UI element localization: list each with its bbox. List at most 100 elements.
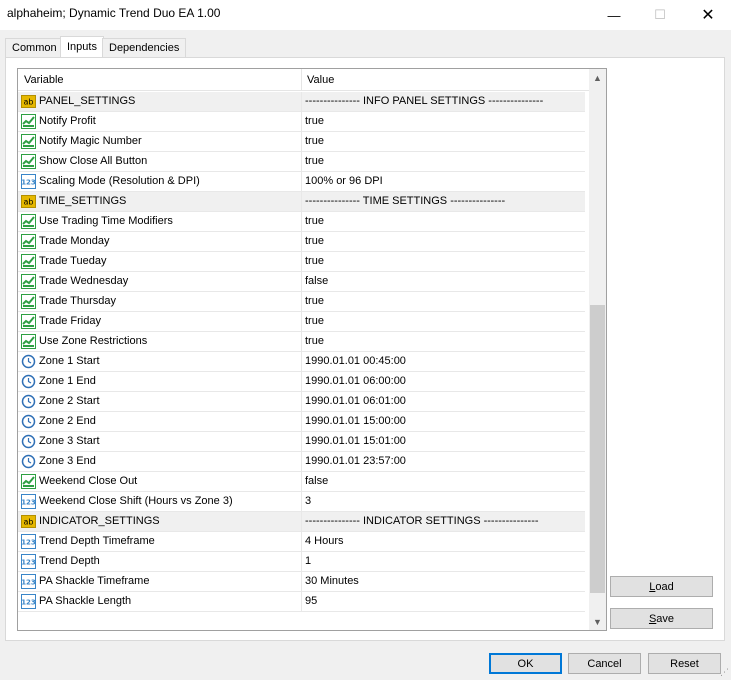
variable-value[interactable]: true — [305, 135, 324, 147]
reset-button[interactable]: Reset — [648, 653, 721, 674]
variable-name: Zone 1 End — [39, 375, 96, 387]
variable-name: Zone 2 End — [39, 415, 96, 427]
clock-icon — [21, 434, 36, 449]
table-row[interactable]: Zone 1 End 1990.01.01 06:00:00 — [18, 372, 585, 392]
variable-value[interactable]: 1990.01.01 23:57:00 — [305, 455, 406, 467]
grid-rows: ab PANEL_SETTINGS --------------- INFO PAN… — [18, 92, 585, 612]
variable-value[interactable]: 1990.01.01 15:00:00 — [305, 415, 406, 427]
column-header-value[interactable]: Value — [307, 74, 334, 86]
table-row[interactable]: Use Zone Restrictions true — [18, 332, 585, 352]
variable-value[interactable]: --------------- INFO PANEL SETTINGS ----… — [305, 95, 543, 107]
table-row[interactable]: Zone 3 Start 1990.01.01 15:01:00 — [18, 432, 585, 452]
variable-value[interactable]: 3 — [305, 495, 311, 507]
bool-icon — [21, 154, 36, 169]
variable-name: Show Close All Button — [39, 155, 148, 167]
variable-value[interactable]: true — [305, 115, 324, 127]
variable-value[interactable]: true — [305, 335, 324, 347]
table-row[interactable]: Notify Magic Number true — [18, 132, 585, 152]
table-row[interactable]: Show Close All Button true — [18, 152, 585, 172]
number-icon: 123 — [21, 554, 36, 569]
table-row[interactable]: 123 PA Shackle Timeframe 30 Minutes — [18, 572, 585, 592]
bool-icon — [21, 314, 36, 329]
variable-name: Scaling Mode (Resolution & DPI) — [39, 175, 200, 187]
load-button-label: oad — [655, 580, 674, 593]
variable-value[interactable]: 1990.01.01 00:45:00 — [305, 355, 406, 367]
variable-name: Zone 2 Start — [39, 395, 100, 407]
variable-name: Notify Profit — [39, 115, 96, 127]
variable-value[interactable]: 95 — [305, 595, 317, 607]
svg-text:ab: ab — [24, 198, 34, 207]
table-row[interactable]: 123 Trend Depth 1 — [18, 552, 585, 572]
title-bar: alphaheim; Dynamic Trend Duo EA 1.00 — ☐… — [0, 0, 731, 30]
variable-name: Trade Monday — [39, 235, 110, 247]
table-row[interactable]: Zone 2 Start 1990.01.01 06:01:00 — [18, 392, 585, 412]
variable-value[interactable]: 1 — [305, 555, 311, 567]
bool-icon — [21, 214, 36, 229]
variable-value[interactable]: true — [305, 255, 324, 267]
table-row[interactable]: ab PANEL_SETTINGS --------------- INFO PAN… — [18, 92, 585, 112]
tab-inputs[interactable]: Inputs — [60, 36, 104, 58]
svg-text:ab: ab — [24, 98, 34, 107]
variable-name: Use Zone Restrictions — [39, 335, 148, 347]
table-row[interactable]: Zone 2 End 1990.01.01 15:00:00 — [18, 412, 585, 432]
variable-value[interactable]: 1990.01.01 06:00:00 — [305, 375, 406, 387]
table-row[interactable]: Trade Monday true — [18, 232, 585, 252]
bool-icon — [21, 334, 36, 349]
column-header-variable[interactable]: Variable — [24, 74, 64, 86]
number-icon: 123 — [21, 574, 36, 589]
variable-value[interactable]: 100% or 96 DPI — [305, 175, 383, 187]
ok-button[interactable]: OK — [489, 653, 562, 674]
tab-common[interactable]: Common — [5, 38, 64, 58]
table-row[interactable]: ab INDICATOR_SETTINGS --------------- INDI… — [18, 512, 585, 532]
variable-value[interactable]: true — [305, 235, 324, 247]
resize-grip-icon[interactable]: ⋰ — [720, 667, 729, 678]
table-row[interactable]: Weekend Close Out false — [18, 472, 585, 492]
variable-value[interactable]: false — [305, 275, 328, 287]
table-row[interactable]: 123 Weekend Close Shift (Hours vs Zone 3)… — [18, 492, 585, 512]
variable-value[interactable]: --------------- TIME SETTINGS ----------… — [305, 195, 505, 207]
clock-icon — [21, 414, 36, 429]
table-row[interactable]: Zone 3 End 1990.01.01 23:57:00 — [18, 452, 585, 472]
variable-value[interactable]: 30 Minutes — [305, 575, 359, 587]
maximize-icon[interactable]: ☐ — [637, 0, 683, 30]
table-row[interactable]: Zone 1 Start 1990.01.01 00:45:00 — [18, 352, 585, 372]
clock-icon — [21, 454, 36, 469]
save-button[interactable]: Save — [610, 608, 713, 629]
table-row[interactable]: Trade Thursday true — [18, 292, 585, 312]
save-button-label: ave — [656, 612, 675, 625]
variable-value[interactable]: false — [305, 475, 328, 487]
variable-value[interactable]: 1990.01.01 06:01:00 — [305, 395, 406, 407]
save-button-mnemonic: S — [648, 612, 657, 625]
table-row[interactable]: 123 PA Shackle Length 95 — [18, 592, 585, 612]
variable-value[interactable]: true — [305, 295, 324, 307]
table-row[interactable]: Trade Tueday true — [18, 252, 585, 272]
load-button[interactable]: Load — [610, 576, 713, 597]
cancel-button[interactable]: Cancel — [568, 653, 641, 674]
table-row[interactable]: Trade Wednesday false — [18, 272, 585, 292]
minimize-icon[interactable]: — — [591, 0, 637, 30]
variable-value[interactable]: true — [305, 155, 324, 167]
table-row[interactable]: Use Trading Time Modifiers true — [18, 212, 585, 232]
svg-text:ab: ab — [24, 518, 34, 527]
bool-icon — [21, 274, 36, 289]
table-row[interactable]: 123 Trend Depth Timeframe 4 Hours — [18, 532, 585, 552]
svg-text:123: 123 — [21, 179, 36, 187]
clock-icon — [21, 394, 36, 409]
scroll-up-icon[interactable]: ▲ — [589, 69, 606, 86]
close-icon[interactable]: ✕ — [685, 0, 731, 30]
variable-value[interactable]: true — [305, 315, 324, 327]
table-row[interactable]: Trade Friday true — [18, 312, 585, 332]
table-row[interactable]: Notify Profit true — [18, 112, 585, 132]
variable-value[interactable]: true — [305, 215, 324, 227]
inputs-grid: Variable Value ab PANEL_SETTINGS ---------… — [17, 68, 607, 631]
table-row[interactable]: 123 Scaling Mode (Resolution & DPI) 100% o… — [18, 172, 585, 192]
scroll-thumb[interactable] — [590, 305, 605, 593]
variable-value[interactable]: 1990.01.01 15:01:00 — [305, 435, 406, 447]
variable-value[interactable]: --------------- INDICATOR SETTINGS -----… — [305, 515, 539, 527]
bool-icon — [21, 114, 36, 129]
variable-value[interactable]: 4 Hours — [305, 535, 344, 547]
scroll-down-icon[interactable]: ▼ — [589, 613, 606, 630]
vertical-scrollbar[interactable]: ▲ ▼ — [589, 69, 606, 630]
table-row[interactable]: ab TIME_SETTINGS --------------- TIME SETT… — [18, 192, 585, 212]
tab-dependencies[interactable]: Dependencies — [102, 38, 187, 58]
